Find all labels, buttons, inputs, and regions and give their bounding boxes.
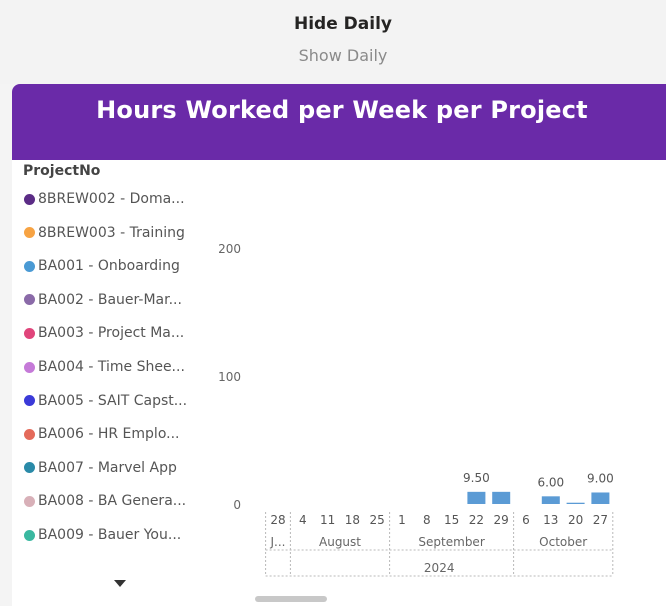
x-tick-label: 29 <box>494 513 509 527</box>
y-tick-label: 0 <box>233 498 241 512</box>
x-tick-label: 6 <box>522 513 530 527</box>
month-label: J... <box>270 535 286 549</box>
x-tick-label: 20 <box>568 513 583 527</box>
x-tick-label: 18 <box>345 513 360 527</box>
x-tick-label: 13 <box>543 513 558 527</box>
month-label: September <box>418 535 484 549</box>
bar <box>467 491 486 504</box>
data-label: 9.00 <box>587 471 614 485</box>
x-tick-label: 1 <box>398 513 406 527</box>
x-tick-label: 11 <box>320 513 335 527</box>
hide-daily-button[interactable]: Hide Daily <box>0 14 666 34</box>
x-tick-label: 4 <box>299 513 307 527</box>
year-label: 2024 <box>424 561 455 575</box>
month-label: October <box>539 535 587 549</box>
month-label: August <box>319 535 361 549</box>
horizontal-scrollbar[interactable] <box>255 596 327 602</box>
bar <box>591 492 610 504</box>
data-label: 6.00 <box>537 475 564 489</box>
x-tick-label: 8 <box>423 513 431 527</box>
data-label: 9.50 <box>463 471 490 485</box>
bar <box>492 491 511 504</box>
x-tick-label: 22 <box>469 513 484 527</box>
daily-toggle[interactable]: Hide Daily Show Daily <box>0 0 666 84</box>
x-tick-label: 15 <box>444 513 459 527</box>
x-tick-label: 27 <box>593 513 608 527</box>
x-tick-label: 28 <box>270 513 285 527</box>
bar <box>541 496 560 504</box>
y-tick-label: 200 <box>218 242 241 256</box>
y-tick-label: 100 <box>218 370 241 384</box>
x-tick-label: 25 <box>370 513 385 527</box>
chart-visual: Hours Worked per Week per Project Projec… <box>12 84 666 606</box>
chart-plot: 20010009.50 6.00 9.0028 4 11 18 25 1 8 15 22 29 6 13 2… <box>218 242 614 577</box>
show-daily-button[interactable]: Show Daily <box>0 46 666 65</box>
bar <box>566 502 585 504</box>
